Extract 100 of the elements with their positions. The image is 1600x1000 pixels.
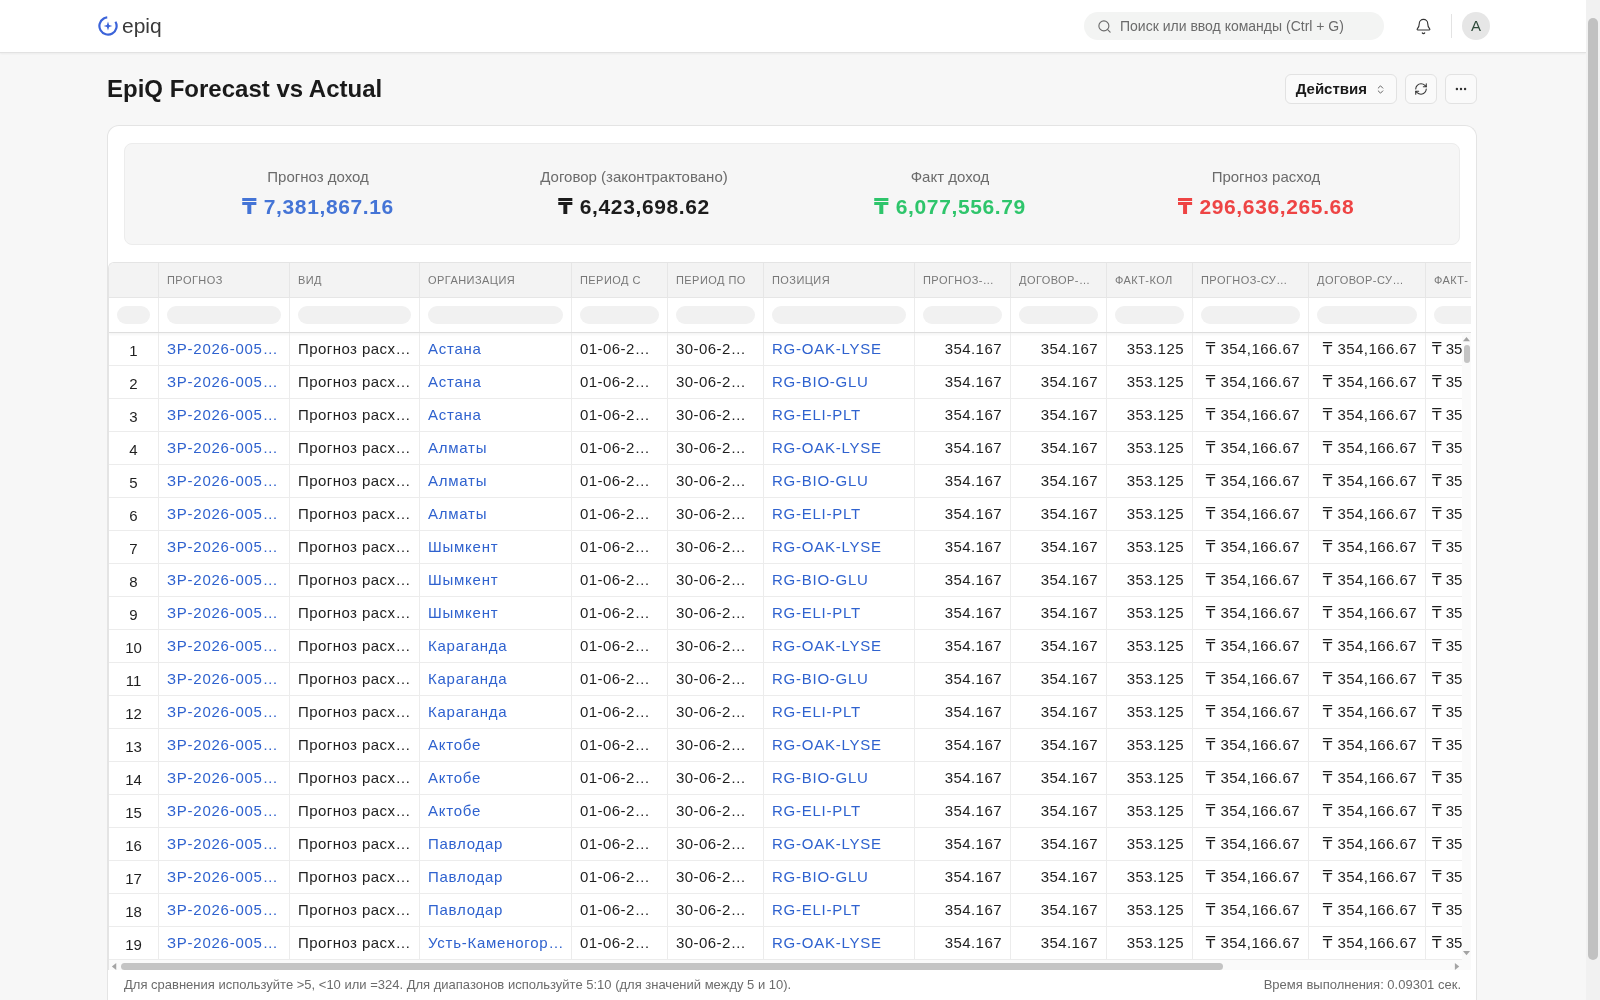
scroll-up-arrow-icon[interactable] xyxy=(1463,336,1471,343)
scrollbar-thumb[interactable] xyxy=(1588,18,1598,960)
cell-link[interactable]: RG-ELI-PLT xyxy=(772,700,861,724)
horizontal-scrollbar[interactable] xyxy=(109,960,1471,970)
cell-link[interactable]: Шымкент xyxy=(428,601,499,625)
column-header[interactable]: ПОЗИЦИЯ xyxy=(764,263,915,297)
refresh-button[interactable] xyxy=(1405,74,1437,104)
cell-link[interactable]: RG-OAK-LYSE xyxy=(772,733,882,757)
scroll-down-arrow-icon[interactable] xyxy=(1463,950,1471,957)
cell-link[interactable]: Караганда xyxy=(428,634,508,658)
column-header[interactable]: ОРГАНИЗАЦИЯ xyxy=(420,263,572,297)
cell-link[interactable]: ЗР-2026-005… xyxy=(167,469,279,493)
table-cell: Прогноз расх… xyxy=(290,366,420,398)
table-cell: 30-06-2… xyxy=(668,333,764,365)
avatar[interactable]: A xyxy=(1462,12,1490,40)
table-cell: 354.167 xyxy=(915,795,1011,827)
cell-link[interactable]: Павлодар xyxy=(428,898,504,922)
cell-link[interactable]: Астана xyxy=(428,403,482,427)
cell-link[interactable]: RG-BIO-GLU xyxy=(772,865,869,889)
cell-link[interactable]: Шымкент xyxy=(428,535,499,559)
row-number: 1 xyxy=(109,333,159,365)
scroll-right-arrow-icon[interactable] xyxy=(1454,963,1461,970)
scrollbar-thumb[interactable] xyxy=(121,963,1223,970)
column-header[interactable]: ФАКТ- xyxy=(1426,263,1471,297)
cell-link[interactable]: ЗР-2026-005… xyxy=(167,832,279,856)
cell-link[interactable]: ЗР-2026-005… xyxy=(167,535,279,559)
cell-link[interactable]: RG-ELI-PLT xyxy=(772,502,861,526)
cell-link[interactable]: ЗР-2026-005… xyxy=(167,931,279,955)
cell-link[interactable]: RG-ELI-PLT xyxy=(772,601,861,625)
cell-link[interactable]: Актобе xyxy=(428,799,482,823)
cell-link[interactable]: ЗР-2026-005… xyxy=(167,403,279,427)
actions-button[interactable]: Действия xyxy=(1284,74,1397,104)
cell-link[interactable]: Алматы xyxy=(428,502,488,526)
cell-link[interactable]: Караганда xyxy=(428,667,508,691)
scrollbar-thumb[interactable] xyxy=(1463,345,1470,363)
cell-link[interactable]: Актобе xyxy=(428,733,482,757)
cell-link[interactable]: RG-OAK-LYSE xyxy=(772,535,882,559)
cell-link[interactable]: ЗР-2026-005… xyxy=(167,733,279,757)
column-header[interactable]: ПЕРИОД ПО xyxy=(668,263,764,297)
cell-link[interactable]: Усть-Каменогор… xyxy=(428,931,565,955)
scroll-left-arrow-icon[interactable] xyxy=(111,963,118,970)
more-button[interactable] xyxy=(1445,74,1477,104)
cell-link[interactable]: ЗР-2026-005… xyxy=(167,436,279,460)
table-cell-text: ₸ 35 xyxy=(1431,833,1463,854)
page-scrollbar[interactable] xyxy=(1586,0,1600,1000)
cell-link[interactable]: ЗР-2026-005… xyxy=(167,370,279,394)
cell-link[interactable]: ЗР-2026-005… xyxy=(167,766,279,790)
table-cell: 30-06-2… xyxy=(668,465,764,497)
cell-link[interactable]: ЗР-2026-005… xyxy=(167,898,279,922)
cell-link[interactable]: RG-OAK-LYSE xyxy=(772,337,882,361)
column-header[interactable]: ПРОГНОЗ-СУ… xyxy=(1193,263,1309,297)
cell-link[interactable]: RG-BIO-GLU xyxy=(772,370,869,394)
cell-link[interactable]: RG-OAK-LYSE xyxy=(772,436,882,460)
cell-link[interactable]: ЗР-2026-005… xyxy=(167,700,279,724)
cell-link[interactable]: RG-OAK-LYSE xyxy=(772,832,882,856)
cell-link[interactable]: RG-OAK-LYSE xyxy=(772,634,882,658)
cell-link[interactable]: Караганда xyxy=(428,700,508,724)
cell-link[interactable]: RG-BIO-GLU xyxy=(772,667,869,691)
column-header[interactable]: ФАКТ-КОЛ xyxy=(1107,263,1193,297)
search-icon xyxy=(1097,18,1112,34)
table-cell: 354.167 xyxy=(1011,795,1107,827)
column-header[interactable]: ПРОГНОЗ xyxy=(159,263,290,297)
cell-link[interactable]: Алматы xyxy=(428,436,488,460)
cell-link[interactable]: ЗР-2026-005… xyxy=(167,502,279,526)
cell-link[interactable]: Шымкент xyxy=(428,568,499,592)
table-cell: ₸ 354,166.67 xyxy=(1193,531,1309,563)
column-header[interactable]: ПРОГНОЗ-… xyxy=(915,263,1011,297)
cell-link[interactable]: RG-ELI-PLT xyxy=(772,799,861,823)
column-header[interactable]: ДОГОВОР-… xyxy=(1011,263,1107,297)
column-header[interactable]: ПЕРИОД С xyxy=(572,263,668,297)
logo-text[interactable]: epiq xyxy=(122,14,162,38)
cell-link[interactable]: ЗР-2026-005… xyxy=(167,337,279,361)
cell-link[interactable]: ЗР-2026-005… xyxy=(167,865,279,889)
cell-link[interactable]: Астана xyxy=(428,370,482,394)
search-field[interactable]: Поиск или ввод команды (Ctrl + G) xyxy=(1084,12,1384,40)
cell-link[interactable]: Актобе xyxy=(428,766,482,790)
cell-link[interactable]: Астана xyxy=(428,337,482,361)
cell-link[interactable]: ЗР-2026-005… xyxy=(167,799,279,823)
cell-link[interactable]: Павлодар xyxy=(428,865,504,889)
table-cell-text: ₸ 35 xyxy=(1431,371,1463,392)
column-header[interactable]: ДОГОВОР-СУ… xyxy=(1309,263,1426,297)
cell-link[interactable]: RG-BIO-GLU xyxy=(772,766,869,790)
column-header[interactable]: ВИД xyxy=(290,263,420,297)
bell-icon[interactable] xyxy=(1415,17,1432,35)
cell-link[interactable]: RG-ELI-PLT xyxy=(772,898,861,922)
cell-link[interactable]: RG-ELI-PLT xyxy=(772,403,861,427)
table-cell: ₸ 354,166.67 xyxy=(1309,795,1426,827)
cell-link[interactable]: ЗР-2026-005… xyxy=(167,634,279,658)
cell-link[interactable]: Павлодар xyxy=(428,832,504,856)
table-cell: 354.167 xyxy=(915,663,1011,695)
cell-link[interactable]: RG-BIO-GLU xyxy=(772,568,869,592)
cell-link[interactable]: ЗР-2026-005… xyxy=(167,601,279,625)
execution-time: Время выполнения: 0.09301 сек. xyxy=(1263,976,1461,995)
table-cell: 01-06-2… xyxy=(572,828,668,860)
cell-link[interactable]: RG-BIO-GLU xyxy=(772,469,869,493)
vertical-scrollbar[interactable] xyxy=(1462,333,1471,960)
cell-link[interactable]: Алматы xyxy=(428,469,488,493)
cell-link[interactable]: RG-OAK-LYSE xyxy=(772,931,882,955)
cell-link[interactable]: ЗР-2026-005… xyxy=(167,667,279,691)
cell-link[interactable]: ЗР-2026-005… xyxy=(167,568,279,592)
